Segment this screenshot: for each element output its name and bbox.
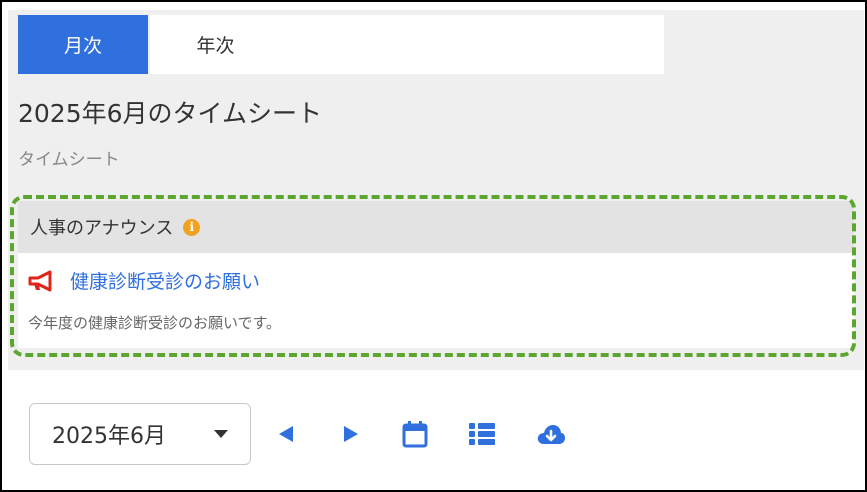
list-button[interactable] <box>467 419 497 449</box>
announcement-panel: 人事のアナウンス i 健康診断受診のお願い 今年度の健康診断受診のお願いです。 <box>18 201 854 348</box>
breadcrumb: タイムシート <box>18 150 120 170</box>
info-icon[interactable]: i <box>183 218 201 236</box>
tab-bar-background <box>280 15 664 74</box>
calendar-button[interactable] <box>400 419 430 449</box>
megaphone-icon <box>28 270 52 291</box>
calendar-icon <box>402 421 428 448</box>
prev-month-button[interactable] <box>271 419 301 449</box>
list-icon <box>469 423 495 445</box>
next-month-button[interactable] <box>336 419 366 449</box>
announcement-title: 人事のアナウンス <box>30 218 174 239</box>
announcement-header: 人事のアナウンス i <box>18 201 854 253</box>
month-select[interactable]: 2025年6月 <box>29 403 251 465</box>
announcement-item: 健康診断受診のお願い <box>28 267 260 294</box>
tab-monthly[interactable]: 月次 <box>18 15 148 74</box>
chevron-down-icon <box>214 430 228 438</box>
month-select-value: 2025年6月 <box>52 424 166 449</box>
app-frame: 月次 年次 2025年6月のタイムシート タイムシート 人事のアナウンス i 健… <box>0 0 867 492</box>
page-title: 2025年6月のタイムシート <box>18 99 323 128</box>
next-month-icon <box>344 426 358 442</box>
download-button[interactable] <box>536 419 566 449</box>
view-tabs: 月次 年次 <box>18 15 282 74</box>
prev-month-icon <box>279 426 293 442</box>
cloud-download-icon <box>537 425 565 444</box>
announcement-body: 今年度の健康診断受診のお願いです。 <box>28 314 282 332</box>
announcement-link[interactable]: 健康診断受診のお願い <box>70 267 260 294</box>
tab-yearly[interactable]: 年次 <box>150 15 282 74</box>
